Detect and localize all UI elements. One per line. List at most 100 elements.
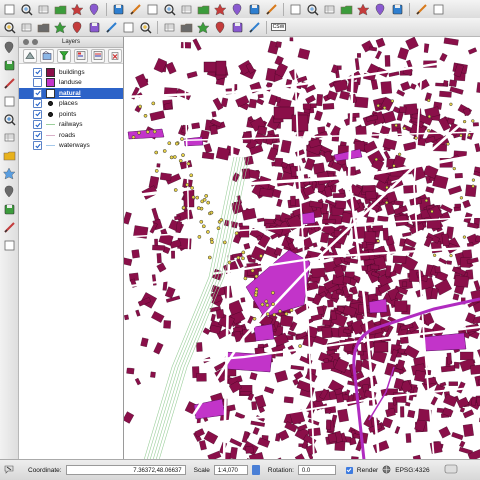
add-postgis-layer-icon[interactable] xyxy=(2,76,16,90)
panel-float-icon[interactable] xyxy=(32,39,38,45)
scale-field[interactable]: 1:4,070 xyxy=(213,465,248,475)
zoom-in-icon[interactable] xyxy=(145,2,160,17)
map-canvas[interactable] xyxy=(124,37,480,460)
node-tool-icon[interactable] xyxy=(70,20,85,35)
zoom-next-icon[interactable] xyxy=(247,2,262,17)
point-marker xyxy=(145,130,150,134)
bookmarks-icon[interactable] xyxy=(390,2,405,17)
layer-visibility-checkbox[interactable] xyxy=(33,78,42,88)
coordinate-field[interactable]: 7.36372,48.06637 xyxy=(65,465,186,475)
layer-visibility-checkbox[interactable] xyxy=(33,130,42,140)
layer-visibility-checkbox[interactable] xyxy=(33,141,42,151)
new-project-icon[interactable] xyxy=(2,2,17,17)
save-project-icon[interactable] xyxy=(36,2,51,17)
add-raster-layer-icon[interactable] xyxy=(2,58,16,72)
zoom-last-icon[interactable] xyxy=(230,2,245,17)
measure-icon[interactable] xyxy=(356,2,371,17)
delete-selected-icon[interactable] xyxy=(87,20,102,35)
layer-item-points[interactable]: points xyxy=(19,109,123,120)
add-feature-icon[interactable] xyxy=(36,20,51,35)
point-marker xyxy=(189,173,194,178)
messages-icon[interactable] xyxy=(4,464,14,476)
add-mssql-layer-icon[interactable] xyxy=(2,112,16,126)
label-rotate-icon[interactable] xyxy=(230,20,245,35)
pan-icon[interactable] xyxy=(111,2,126,17)
layer-visibility-checkbox[interactable] xyxy=(33,120,42,130)
help-icon[interactable] xyxy=(414,2,429,17)
panel-close-icon[interactable] xyxy=(23,39,29,45)
deselect-icon[interactable] xyxy=(322,2,337,17)
expand-all-icon[interactable] xyxy=(74,48,88,63)
open-project-icon[interactable] xyxy=(19,2,34,17)
add-spatialite-layer-icon[interactable] xyxy=(2,94,16,108)
label-show-icon[interactable] xyxy=(196,20,211,35)
layer-item-buildings[interactable]: buildings xyxy=(19,67,123,78)
zoom-out-icon[interactable] xyxy=(162,2,177,17)
select-features-icon[interactable] xyxy=(305,2,320,17)
layer-visibility-checkbox[interactable] xyxy=(33,67,42,77)
rotation-field[interactable]: 0.0 xyxy=(297,465,336,475)
open-table-icon[interactable] xyxy=(339,2,354,17)
zoom-selection-icon[interactable] xyxy=(196,2,211,17)
layer-visibility-checkbox[interactable] xyxy=(33,99,42,109)
layer-item-waterways[interactable]: waterways xyxy=(19,141,123,152)
csw-icon[interactable]: CSW xyxy=(270,20,287,35)
new-shapefile-icon[interactable] xyxy=(2,220,16,234)
add-oracle-layer-icon[interactable] xyxy=(2,130,16,144)
building xyxy=(240,297,246,303)
label-tool-icon[interactable] xyxy=(162,20,177,35)
building xyxy=(256,98,265,106)
crs-label[interactable]: EPSG:4326 xyxy=(395,467,429,474)
layer-visibility-checkbox[interactable] xyxy=(33,88,42,98)
zoom-layer-icon[interactable] xyxy=(213,2,228,17)
map-tips-icon[interactable] xyxy=(373,2,388,17)
point-marker xyxy=(459,133,463,138)
open-layer-styling-icon[interactable] xyxy=(23,48,37,63)
layer-item-places[interactable]: places xyxy=(19,99,123,110)
layer-item-roads[interactable]: roads xyxy=(19,130,123,141)
add-wms-layer-icon[interactable] xyxy=(2,148,16,162)
filter-legend-icon[interactable] xyxy=(57,48,71,63)
pan-to-selection-icon[interactable] xyxy=(128,2,143,17)
copy-icon[interactable] xyxy=(121,20,136,35)
save-edits-icon[interactable] xyxy=(19,20,34,35)
composer-manager-icon[interactable] xyxy=(87,2,102,17)
label-change-icon[interactable] xyxy=(247,20,262,35)
paste-icon[interactable] xyxy=(138,20,153,35)
point-marker xyxy=(426,129,431,133)
cut-icon[interactable] xyxy=(104,20,119,35)
crs-icon[interactable] xyxy=(382,465,391,476)
point-marker xyxy=(446,142,450,146)
label-move-icon[interactable] xyxy=(213,20,228,35)
point-marker xyxy=(462,235,467,239)
remove-layer-icon[interactable] xyxy=(108,48,122,63)
add-wfs-layer-icon[interactable] xyxy=(2,184,16,198)
move-feature-icon[interactable] xyxy=(53,20,68,35)
add-delimited-text-icon[interactable] xyxy=(2,202,16,216)
refresh-icon[interactable] xyxy=(264,2,279,17)
message-log-icon[interactable] xyxy=(444,464,458,476)
layer-item-natural[interactable]: natural xyxy=(19,88,123,99)
layer-item-landuse[interactable]: landuse xyxy=(19,78,123,89)
building xyxy=(220,97,229,108)
python-console-icon[interactable] xyxy=(431,2,446,17)
label-pin-icon[interactable] xyxy=(179,20,194,35)
map-rendering[interactable] xyxy=(124,37,480,460)
toolbar-separator xyxy=(266,20,267,34)
save-as-icon[interactable] xyxy=(53,2,68,17)
add-wcs-layer-icon[interactable] xyxy=(2,166,16,180)
print-composer-icon[interactable] xyxy=(70,2,85,17)
scale-dropdown-button[interactable] xyxy=(251,465,260,475)
building xyxy=(288,69,299,81)
zoom-full-icon[interactable] xyxy=(179,2,194,17)
add-vector-layer-icon[interactable] xyxy=(2,40,16,54)
render-checkbox[interactable] xyxy=(345,466,353,474)
building xyxy=(454,203,461,208)
identify-icon[interactable] xyxy=(288,2,303,17)
edit-pencil-icon[interactable] xyxy=(2,20,17,35)
add-group-icon[interactable] xyxy=(40,48,54,63)
layer-item-railways[interactable]: railways xyxy=(19,120,123,131)
collapse-all-icon[interactable] xyxy=(91,48,105,63)
add-virtual-layer-icon[interactable] xyxy=(2,238,16,252)
layer-visibility-checkbox[interactable] xyxy=(33,109,42,119)
